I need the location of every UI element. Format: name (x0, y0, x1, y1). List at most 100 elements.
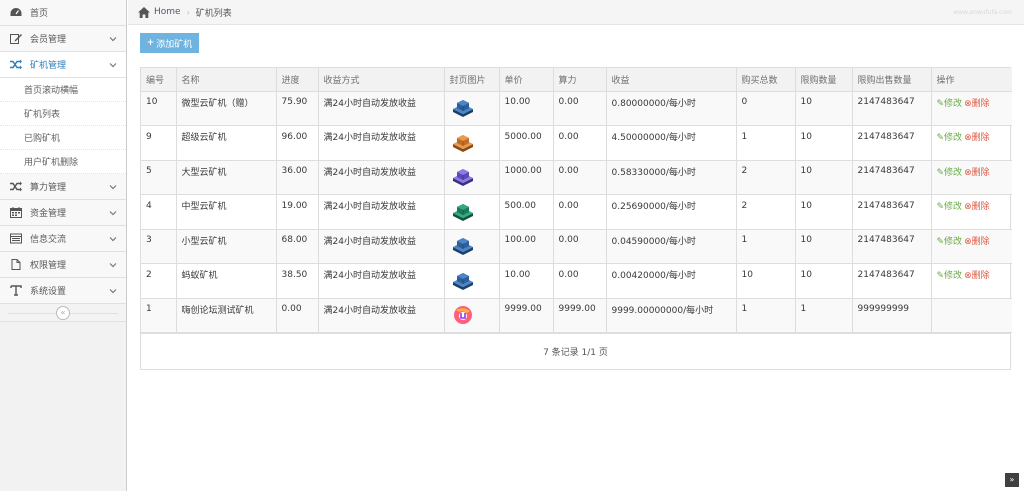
cell-text: 0.00420000/每小时 (611, 271, 696, 282)
cell-name: 蚂蚁矿机 (175, 263, 277, 299)
delete-link[interactable]: ⊗删除 (964, 271, 990, 281)
cell-name: 嗨创论坛测试矿机 (175, 297, 277, 333)
delete-label: 删除 (971, 98, 990, 109)
cell-total: 1 (735, 228, 796, 264)
pencil-icon: ✎ (936, 98, 945, 109)
table-row: 3 小型云矿机 68.00 满24小时自动发放收益 100.00 0.00 0.045900… (141, 228, 1012, 264)
cell-text: 0.00 (558, 200, 579, 211)
table-row: 4 中型云矿机 19.00 满24小时自动发放收益 500.00 0.00 0.256900… (141, 194, 1012, 230)
edit-link[interactable]: ✎修改 (937, 271, 963, 281)
delete-link[interactable]: ⊗删除 (964, 168, 990, 178)
cell-power: 0.00 (552, 228, 607, 264)
sidebar-item-2[interactable]: 矿机管理 (0, 52, 126, 78)
cell-actions: ✎修改 ⊗删除 (930, 263, 1012, 299)
cell-income: 0.00420000/每小时 (605, 263, 737, 299)
edit-link[interactable]: ✎修改 (937, 237, 963, 247)
cell-text: 5000.00 (504, 131, 542, 142)
cell-text: 10 (741, 269, 753, 280)
cell-text: 10 (800, 235, 812, 246)
cell-limit: 10 (794, 263, 853, 299)
cell-sell-limit: 2147483647 (851, 159, 932, 195)
cell-price: 100.00 (498, 228, 554, 264)
cell-text: 满24小时自动发放收益 (323, 202, 416, 213)
sidebar-subitem-3[interactable]: 用户矿机删除 (0, 150, 126, 174)
delete-label: 删除 (971, 167, 990, 178)
sidebar-subitem-2[interactable]: 已购矿机 (0, 126, 126, 150)
sidebar-item-7[interactable]: 系统设置 (0, 278, 126, 304)
cell-text: 9999.00 (504, 304, 542, 315)
cell-income: 0.58330000/每小时 (605, 159, 737, 195)
delete-link[interactable]: ⊗删除 (964, 133, 990, 143)
cell-price: 500.00 (498, 194, 554, 230)
cell-actions: ✎修改 ⊗删除 (930, 90, 1012, 126)
sidebar-item-1[interactable]: 会员管理 (0, 26, 126, 52)
cell-text: 999999999 (857, 304, 910, 315)
cell-text: 满24小时自动发放收益 (323, 236, 416, 247)
home-icon[interactable] (138, 6, 150, 18)
add-miner-button[interactable]: + 添加矿机 (140, 33, 199, 53)
cell-text: 微型云矿机（赠） (181, 98, 254, 109)
collapse-icon[interactable]: « (56, 306, 70, 320)
cell-sell-limit: 2147483647 (851, 125, 932, 161)
breadcrumb-home-link[interactable]: Home (154, 7, 181, 17)
edit-link[interactable]: ✎修改 (937, 133, 963, 143)
cell-text: 满24小时自动发放收益 (323, 98, 416, 109)
cell-text: 1 (741, 131, 748, 142)
cell-text: 0.25690000/每小时 (611, 202, 696, 213)
trash-icon: ⊗ (964, 98, 972, 109)
delete-label: 删除 (971, 236, 990, 247)
scroll-top-button[interactable]: » (1005, 473, 1019, 487)
cell-name: 超级云矿机 (175, 125, 277, 161)
watermark-text: www.anwufufa.com (953, 9, 1012, 16)
blue-cube-icon (450, 97, 499, 119)
edit-label: 修改 (944, 167, 963, 178)
cell-income: 0.80000000/每小时 (605, 90, 737, 126)
column-header: 算力 (552, 68, 607, 92)
cell-text: 3 (146, 235, 152, 246)
chevron-right-icon: › (186, 7, 190, 17)
cell-text: 1 (146, 304, 152, 315)
cell-text: 中型云矿机 (181, 202, 227, 213)
cell-method: 满24小时自动发放收益 (317, 228, 445, 264)
cell-sell-limit: 2147483647 (851, 228, 932, 264)
cell-text: 96.00 (281, 131, 308, 142)
column-header: 封页图片 (443, 68, 500, 92)
cell-text: 满24小时自动发放收益 (323, 271, 416, 282)
sidebar-item-0[interactable]: 首页 (0, 0, 126, 26)
cell-text: 2147483647 (857, 200, 915, 211)
cell-image (443, 297, 500, 333)
column-header: 限购出售数量 (851, 68, 932, 92)
cell-power: 0.00 (552, 159, 607, 195)
cell-limit: 10 (794, 228, 853, 264)
cell-image (443, 263, 500, 299)
sidebar-subitem-0[interactable]: 首页滚动横幅 (0, 78, 126, 102)
delete-link[interactable]: ⊗删除 (964, 202, 990, 212)
cell-income: 9999.00000000/每小时 (605, 297, 737, 333)
sidebar-item-3[interactable]: 算力管理 (0, 174, 126, 200)
edit-link[interactable]: ✎修改 (937, 202, 963, 212)
delete-link[interactable]: ⊗删除 (964, 99, 990, 109)
sidebar-item-4[interactable]: 资金管理 (0, 200, 126, 226)
cell-text: 4.50000000/每小时 (611, 133, 696, 144)
cell-limit: 10 (794, 90, 853, 126)
column-header: 购买总数 (735, 68, 796, 92)
edit-icon (9, 33, 23, 45)
cell-progress: 0.00 (275, 297, 319, 333)
cell-name: 大型云矿机 (175, 159, 277, 195)
table-row: 5 大型云矿机 36.00 满24小时自动发放收益 1000.00 0.00 0.58330… (141, 159, 1012, 195)
table-row: 1 嗨创论坛测试矿机 0.00 满24小时自动发放收益 9999.00 9999.00 99… (141, 297, 1012, 333)
cell-text: 2147483647 (857, 235, 915, 246)
delete-link[interactable]: ⊗删除 (964, 237, 990, 247)
edit-link[interactable]: ✎修改 (937, 99, 963, 109)
cell-text: 68.00 (281, 235, 308, 246)
sidebar-item-5[interactable]: 信息交流 (0, 226, 126, 252)
cell-text: 0.00 (558, 97, 579, 108)
cell-power: 0.00 (552, 125, 607, 161)
chevron-down-icon (109, 263, 117, 268)
cell-price: 10.00 (498, 263, 554, 299)
edit-link[interactable]: ✎修改 (937, 168, 963, 178)
cell-id: 1 (141, 297, 177, 333)
sidebar-item-6[interactable]: 权限管理 (0, 252, 126, 278)
cell-text: 小型云矿机 (181, 236, 227, 247)
sidebar-subitem-1[interactable]: 矿机列表 (0, 102, 126, 126)
